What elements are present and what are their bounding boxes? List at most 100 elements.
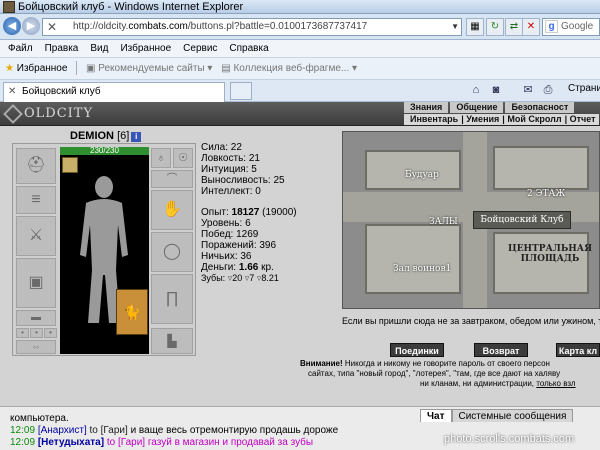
nav-inventory[interactable]: Инвентарь [410, 114, 458, 124]
window-title: Бойцовский клуб - Windows Internet Explo… [18, 1, 244, 13]
teeth-b: 7 [249, 273, 255, 283]
stat-level: Уровень: 6 [201, 218, 251, 229]
nav-knowledge[interactable]: Знания [404, 102, 449, 113]
stat-losses: Поражений: 396 [201, 240, 277, 251]
menu-help[interactable]: Справка [229, 43, 268, 54]
nav-security[interactable]: Безопасност [505, 102, 575, 113]
weapon-slot[interactable]: ⚔ [16, 216, 56, 256]
chat-message: и ваще весь отремонтирую продашь дороже [130, 425, 339, 436]
map-fight-club-sign[interactable]: Бойцовский Клуб [473, 211, 571, 229]
stop-icon[interactable]: ✕ [522, 18, 540, 36]
legs-slot[interactable]: ∏ [151, 274, 193, 324]
chat-nick[interactable]: [Анархист] [38, 425, 87, 436]
ie-page-icon [3, 1, 15, 13]
pet-cat-icon[interactable]: 🐈 [116, 289, 148, 335]
tab-fight-club[interactable]: ✕ Бойцовский клуб [3, 82, 225, 102]
stat-spacer [201, 197, 341, 207]
map-label-boudoir[interactable]: Будуар [405, 170, 439, 180]
chevron-down-icon[interactable]: ▾ [352, 63, 357, 74]
equipment-panel: ⛑ ≡ ⚔ ▣ ▬ • • • ◦◦ 230/230 🐈 ♁ ☉ ⌒ ✋ ◯ ∏ [12, 143, 196, 356]
earring-slot[interactable]: ♁ [151, 148, 171, 168]
web-slice-gallery-link[interactable]: Коллекция веб-фрагме... [233, 63, 349, 74]
necklace-slot[interactable]: ⌒ [151, 170, 193, 188]
address-toolbar: ◀ ▶ ✕ http://oldcity.combats.com/buttons… [0, 14, 600, 40]
logo-emblem-icon [3, 104, 23, 124]
effect-icon[interactable] [62, 157, 78, 173]
back-button[interactable]: Возврат [474, 343, 528, 357]
refresh-alt-icon[interactable]: ⇄ [505, 18, 523, 36]
club-map-button[interactable]: Карта кл [556, 343, 600, 357]
print-icon[interactable]: ⎙ [540, 82, 556, 98]
ring-slot-1[interactable]: • [16, 328, 29, 338]
menu-bar: Файл Правка Вид Избранное Сервис Справка [0, 40, 600, 58]
game-button-row: Поединки Возврат Карта кл [390, 343, 600, 357]
city-map: Будуар 2 ЭТАЖ ЗАЛЫ Бойцовский Клуб ЦЕНТР… [342, 131, 600, 309]
search-input[interactable]: g Google [542, 18, 600, 36]
home-icon[interactable]: ⌂ [468, 82, 484, 98]
menu-file[interactable]: Файл [8, 43, 33, 54]
character-stats: Сила: 22 Ловкость: 21 Интуиция: 5 Выносл… [201, 142, 341, 284]
nav-skills[interactable]: Умения [466, 114, 499, 124]
url-domain: combats.com [128, 21, 188, 32]
exp-label: Опыт: [201, 207, 229, 218]
character-portrait[interactable]: 230/230 🐈 [60, 146, 149, 354]
window-title-bar: Бойцовский клуб - Windows Internet Explo… [0, 0, 600, 14]
ring-slot-2[interactable]: • [30, 328, 43, 338]
back-arrow-icon[interactable]: ◀ [3, 17, 21, 35]
refresh-icon[interactable]: ↻ [486, 18, 504, 36]
character-name[interactable]: DEMION [70, 130, 114, 142]
game-main: DEMION [6] i ⛑ ≡ ⚔ ▣ ▬ • • • ◦◦ 230/230 🐈… [0, 126, 600, 406]
chat-nick[interactable]: [Нетудыхата] [38, 437, 104, 448]
gloves-slot[interactable]: ✋ [151, 190, 193, 230]
chevron-down-icon[interactable]: ▾ [207, 63, 212, 74]
google-icon: g [545, 20, 558, 33]
chat-recipient[interactable]: to [Гари] [90, 425, 128, 436]
new-tab-button[interactable] [230, 82, 252, 100]
building-halls[interactable] [365, 224, 461, 294]
tab-chat[interactable]: Чат [420, 409, 452, 422]
menu-view[interactable]: Вид [90, 43, 108, 54]
game-header: OLDCITY Знания Общение Безопасност Инвента… [0, 102, 600, 126]
info-icon[interactable]: i [131, 132, 142, 142]
suggested-sites-link[interactable]: Рекомендуемые сайты [98, 63, 204, 74]
mail-icon[interactable]: ✉ [520, 82, 536, 98]
shield-slot[interactable]: ◯ [151, 232, 193, 272]
stat-intellect: Интеллект: 0 [201, 186, 261, 197]
menu-favorites[interactable]: Избранное [120, 43, 171, 54]
game-sub-nav: Инвентарь | Умения | Мой Скролл | Отчет [404, 114, 599, 125]
amulet-slot[interactable]: ☉ [173, 148, 193, 168]
tab-system-messages[interactable]: Системные сообщения [451, 409, 574, 422]
potion-slot[interactable]: ◦◦ [16, 340, 56, 354]
map-label-halls[interactable]: ЗАЛЫ [429, 217, 458, 227]
map-label-central-square[interactable]: ЦЕНТРАЛЬНАЯ ПЛОЩАДЬ [508, 244, 592, 264]
fights-button[interactable]: Поединки [390, 343, 444, 357]
url-input[interactable]: ✕ http://oldcity.combats.com/buttons.pl?… [42, 18, 462, 36]
nav-report[interactable]: Отчет [570, 114, 596, 124]
bracers-slot[interactable]: ≡ [16, 186, 56, 214]
compat-view-icon[interactable]: ▦ [466, 18, 484, 36]
map-label-warrior-hall[interactable]: Зал воинов1 [393, 264, 451, 274]
menu-edit[interactable]: Правка [45, 43, 79, 54]
money-label: Деньги: [201, 262, 237, 273]
nav-communication[interactable]: Общение [450, 102, 504, 113]
game-logo[interactable]: OLDCITY [2, 104, 92, 124]
favorites-button[interactable]: Избранное [17, 63, 68, 74]
rss-feed-icon[interactable]: ◙ [488, 82, 504, 98]
page-menu[interactable]: Страни [568, 83, 600, 94]
watermark: photo.scrolls.combats.com [444, 433, 575, 445]
ring-slot-3[interactable]: • [44, 328, 57, 338]
hp-text: 230/230 [90, 146, 119, 155]
boots-slot[interactable]: ▙ [151, 328, 193, 354]
helmet-slot[interactable]: ⛑ [16, 148, 56, 184]
chat-recipient[interactable]: to [Гари] [107, 437, 145, 448]
warning-link[interactable]: только взл [536, 379, 575, 388]
armor-slot[interactable]: ▣ [16, 258, 56, 308]
map-label-floor2[interactable]: 2 ЭТАЖ [527, 189, 565, 199]
menu-tools[interactable]: Сервис [183, 43, 217, 54]
nav-my-scroll[interactable]: Мой Скролл [507, 114, 561, 124]
forward-arrow-icon[interactable]: ▶ [22, 17, 40, 35]
favorites-star-icon[interactable]: ★ [5, 63, 14, 74]
building-floor2[interactable] [493, 146, 589, 190]
belt-slot[interactable]: ▬ [16, 310, 56, 326]
url-dropdown-icon[interactable]: ▼ [451, 19, 459, 35]
